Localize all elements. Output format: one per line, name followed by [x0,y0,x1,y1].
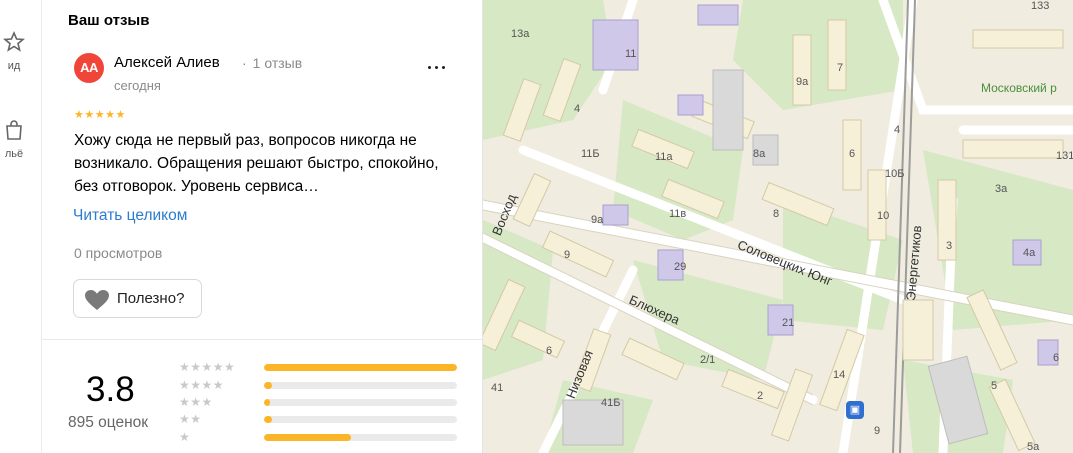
more-dot-icon [442,66,445,69]
views-count: 0 просмотров [74,245,163,261]
more-dot-icon [435,66,438,69]
review-text: Хожу сюда не первый раз, вопросов никогд… [74,132,439,195]
house-number: 5 [991,380,998,392]
house-number: 6 [1053,352,1060,364]
house-number: 4а [1023,247,1036,259]
rating-distribution-row: ★★★ [179,395,469,411]
rating-summary: 3.8 895 оценок ★★★★★ ★★★★ ★★★ ★★ ★ [42,340,483,453]
rating-row-fill [264,416,272,423]
review-date: сегодня [114,78,161,93]
house-number: 4 [574,103,581,115]
house-number: 11в [669,208,687,220]
rating-row-bar [264,364,457,371]
house-number: 10 [877,210,890,222]
house-number: 10Б [885,168,905,180]
house-number: 41Б [601,397,621,409]
rating-row-stars: ★★★★ [179,378,225,392]
house-number: 11 [625,48,637,60]
rating-row-bar [264,434,457,441]
rating-row-stars: ★★★★★ [179,360,236,374]
nav-item-shop[interactable]: льё [0,118,41,160]
more-dot-icon [428,66,431,69]
author-name[interactable]: Алексей Алиев [114,54,220,71]
house-number: 41 [491,382,504,394]
rating-distribution-row: ★★★★★ [179,360,469,376]
park-label: Московский р [981,81,1057,95]
nav-item-guide-label: ид [7,60,21,72]
left-navigation: ид льё [0,0,42,453]
separator-dot: · [242,55,247,71]
rating-distribution-row: ★ [179,430,469,446]
star-icon [2,30,26,52]
house-number: 131 [1056,150,1073,162]
house-number: 11Б [581,148,600,160]
rating-distribution-row: ★★ [179,412,469,428]
rating-row-bar [264,416,457,423]
house-number: 6 [546,345,553,357]
section-title: Ваш отзыв [68,12,150,29]
house-number: 9а [591,214,604,226]
house-number: 13а [511,28,530,40]
useful-button[interactable]: Полезно? [73,279,202,318]
rating-row-bar [264,399,457,406]
reviews-panel: Ваш отзыв AA Алексей Алиев · 1 отзыв сего… [42,0,483,453]
read-more-link[interactable]: Читать целиком [73,207,187,225]
house-number: 133 [1031,0,1050,12]
house-number: 2 [757,390,764,402]
house-number: 6 [849,148,856,160]
house-number: 7 [837,62,844,74]
rating-count: 895 оценок [68,414,149,431]
rating-row-stars: ★★ [179,412,202,426]
house-number: 5а [1027,441,1040,453]
rating-row-stars: ★★★ [179,395,213,409]
more-options-button[interactable] [426,58,448,76]
bag-icon [6,120,22,140]
rating-value: 3.8 [86,370,135,409]
house-number: 4 [894,124,901,136]
rating-row-fill [264,364,457,371]
user-review-card: Ваш отзыв AA Алексей Алиев · 1 отзыв сего… [42,0,483,340]
house-number: 11а [655,151,673,163]
heart-icon [85,290,109,310]
house-number: 3а [995,183,1008,195]
useful-button-label: Полезно? [117,290,185,307]
bus-stop-icon[interactable]: ▣ [846,401,864,419]
map[interactable]: 13а 11 7 9а 133 4 4 11Б 11а 8а 6 131 10Б 3а 9а 11в 8 10 3 4… [483,0,1073,453]
rating-row-fill [264,434,351,441]
rating-row-bar [264,382,457,389]
house-number: 8а [753,148,766,160]
rating-row-fill [264,382,272,389]
house-number: 8 [773,208,780,220]
house-number: 21 [782,317,795,329]
house-number: 9 [874,425,881,437]
reviews-count-label: 1 отзыв [252,55,303,71]
nav-item-shop-label: льё [4,148,24,160]
house-number: 2/1 [700,354,716,366]
house-number: 3 [946,240,953,252]
author-reviews-count: · 1 отзыв [242,55,302,71]
house-number: 9а [796,76,809,88]
house-number: 14 [833,369,846,381]
nav-item-guide[interactable]: ид [0,30,41,72]
house-number: 9 [564,249,571,261]
house-number: 29 [674,261,687,273]
avatar[interactable]: AA [74,53,104,83]
rating-distribution-row: ★★★★ [179,378,469,394]
rating-row-fill [264,399,270,406]
review-stars: ★★★★★ [74,109,126,121]
rating-row-stars: ★ [179,430,191,444]
